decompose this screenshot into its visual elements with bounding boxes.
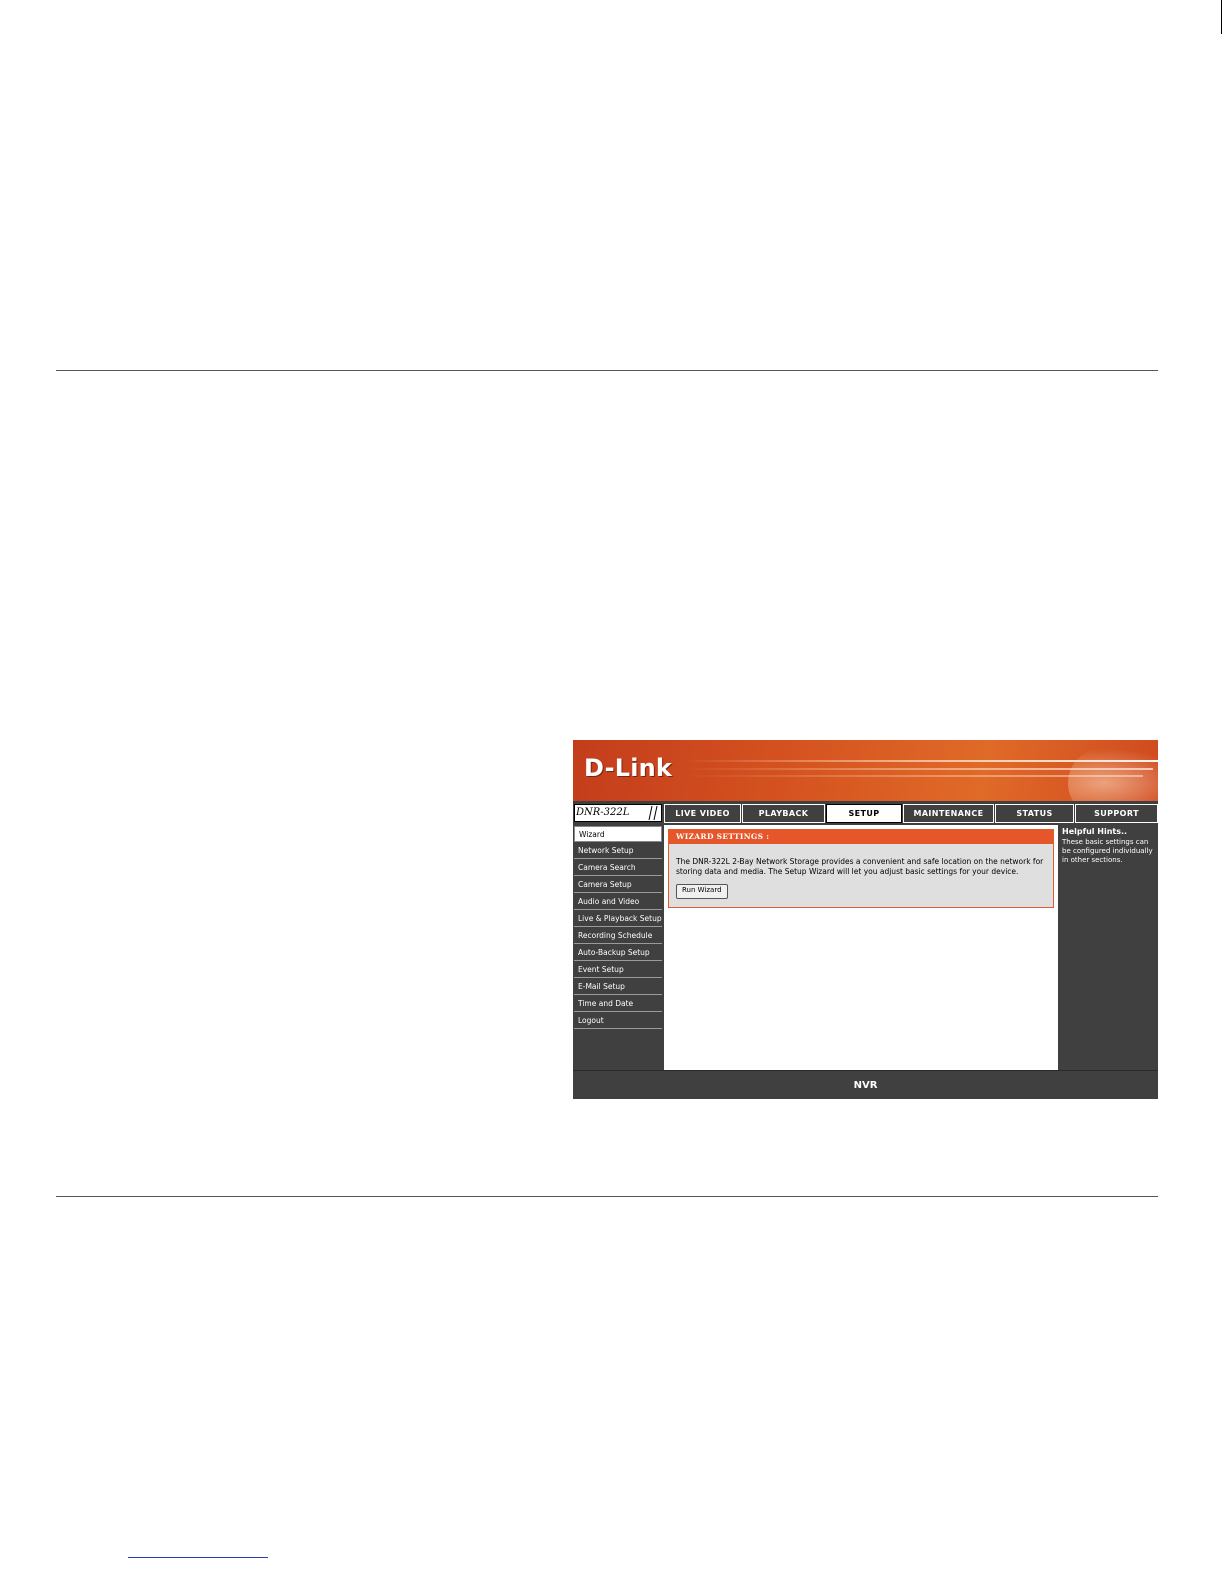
wizard-settings-panel: WIZARD SETTINGS : The DNR-322L 2-Bay Net… bbox=[668, 829, 1054, 908]
top-divider bbox=[56, 370, 1158, 371]
tab-maintenance[interactable]: MAINTENANCE bbox=[903, 804, 994, 823]
sidebar-item-camera-search[interactable]: Camera Search bbox=[574, 860, 662, 876]
tab-support[interactable]: SUPPORT bbox=[1075, 804, 1158, 823]
bottom-divider bbox=[56, 1196, 1158, 1197]
sidebar-item-network-setup[interactable]: Network Setup bbox=[574, 843, 662, 859]
banner-swoosh bbox=[1068, 748, 1158, 801]
page-edge-line bbox=[1221, 0, 1222, 34]
hints-body: These basic settings can be configured i… bbox=[1062, 838, 1153, 864]
slashes-icon bbox=[648, 805, 658, 821]
sidebar-item-live-playback-setup[interactable]: Live & Playback Setup bbox=[574, 911, 662, 927]
hints-title: Helpful Hints.. bbox=[1062, 827, 1128, 836]
panel-heading: WIZARD SETTINGS : bbox=[669, 830, 1053, 844]
sidebar-item-camera-setup[interactable]: Camera Setup bbox=[574, 877, 662, 893]
model-label: DNR-322L bbox=[576, 807, 630, 818]
wizard-description: The DNR-322L 2-Bay Network Storage provi… bbox=[676, 857, 1044, 876]
setup-sidebar: Wizard Network Setup Camera Search Camer… bbox=[573, 825, 663, 1070]
sidebar-item-recording-schedule[interactable]: Recording Schedule bbox=[574, 928, 662, 944]
nvr-setup-screenshot: D-Link DNR-322L LIVE VIDEO PLAYBACK SETU… bbox=[573, 740, 1158, 1099]
model-badge: DNR-322L bbox=[574, 804, 662, 822]
footer-underline bbox=[128, 1557, 268, 1558]
sidebar-item-email-setup[interactable]: E-Mail Setup bbox=[574, 979, 662, 995]
sidebar-item-audio-and-video[interactable]: Audio and Video bbox=[574, 894, 662, 910]
helpful-hints-panel: Helpful Hints.. These basic settings can… bbox=[1059, 825, 1158, 1070]
sidebar-item-auto-backup-setup[interactable]: Auto-Backup Setup bbox=[574, 945, 662, 961]
footer-label: NVR bbox=[853, 1079, 878, 1091]
sidebar-item-time-and-date[interactable]: Time and Date bbox=[574, 996, 662, 1012]
dlink-logo: D-Link bbox=[584, 754, 673, 782]
sidebar-item-event-setup[interactable]: Event Setup bbox=[574, 962, 662, 978]
header-banner: D-Link bbox=[573, 740, 1158, 801]
footer-bar: NVR bbox=[573, 1070, 1158, 1099]
sidebar-item-logout[interactable]: Logout bbox=[574, 1013, 662, 1029]
tab-playback[interactable]: PLAYBACK bbox=[742, 804, 825, 823]
sidebar-item-wizard[interactable]: Wizard bbox=[574, 826, 662, 842]
main-content: WIZARD SETTINGS : The DNR-322L 2-Bay Net… bbox=[664, 825, 1058, 1070]
run-wizard-button[interactable]: Run Wizard bbox=[676, 884, 728, 899]
tab-setup[interactable]: SETUP bbox=[826, 804, 902, 823]
tab-live-video[interactable]: LIVE VIDEO bbox=[664, 804, 741, 823]
tab-status[interactable]: STATUS bbox=[995, 804, 1074, 823]
top-nav: DNR-322L LIVE VIDEO PLAYBACK SETUP MAINT… bbox=[573, 803, 1158, 824]
